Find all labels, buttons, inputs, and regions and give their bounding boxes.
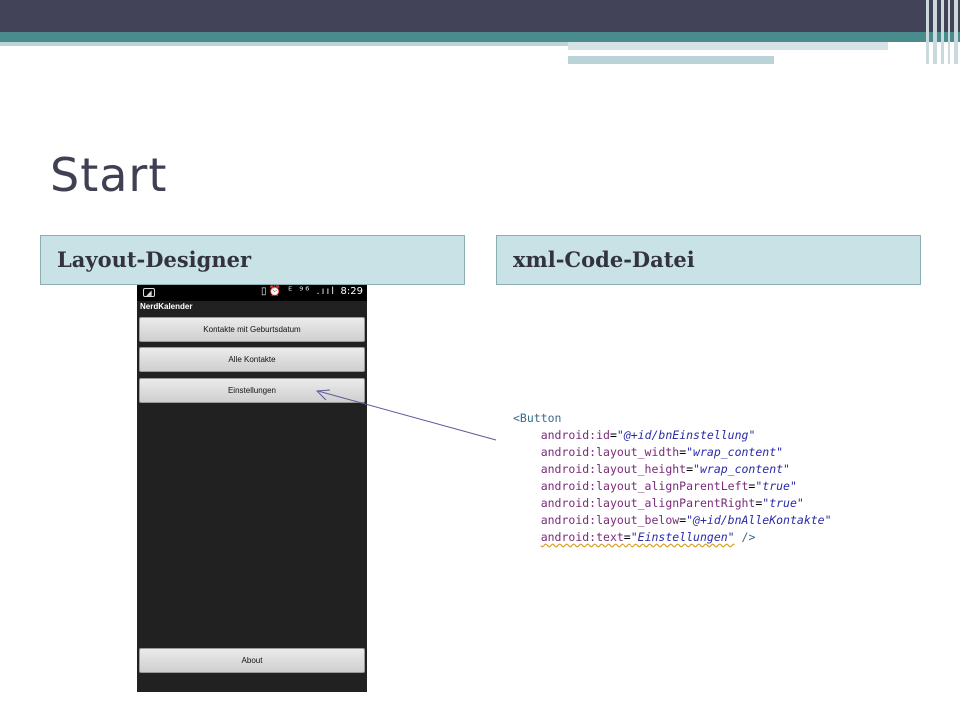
column-header-xml-code: xml-Code-Datei — [496, 235, 921, 285]
phone-screenshot: ◢ ▯⏰ ᴱ ⁹⁶ .ııl 8:29 NerdKalender Kontakt… — [137, 285, 367, 692]
top-banner-light-stripe-3 — [568, 56, 774, 64]
code-attr: android:layout_below — [540, 513, 680, 527]
top-banner-white-line — [568, 50, 888, 52]
code-open-tag: <Button — [513, 411, 562, 425]
button-about[interactable]: About — [139, 648, 365, 673]
code-value: "wrap_content" — [693, 462, 790, 476]
button-einstellungen[interactable]: Einstellungen — [139, 378, 365, 403]
code-value: "true" — [762, 496, 804, 510]
top-banner-light-stripe — [0, 42, 568, 46]
code-attr: android:id — [540, 428, 610, 442]
status-time: 8:29 — [340, 286, 363, 297]
code-value: "wrap_content" — [686, 445, 784, 459]
column-header-layout-designer: Layout-Designer — [40, 235, 465, 285]
button-alle-kontakte[interactable]: Alle Kontakte — [139, 347, 365, 372]
code-value: "@+id/bnEinstellung" — [616, 428, 756, 442]
code-attr: android:text — [540, 530, 624, 544]
code-value: "@+id/bnAlleKontakte" — [686, 513, 832, 527]
notification-icon: ◢ — [143, 288, 155, 297]
button-kontakte-mit-geburtsdatum[interactable]: Kontakte mit Geburtsdatum — [139, 317, 365, 342]
status-icons: ▯⏰ ᴱ ⁹⁶ .ııl — [261, 286, 337, 297]
corner-decoration — [924, 0, 960, 64]
code-attr: android:layout_height — [540, 462, 687, 476]
top-banner-dark — [0, 0, 960, 32]
xml-code-block: <Button android:id="@+id/bnEinstellung" … — [513, 411, 832, 544]
code-close-tag: /> — [734, 530, 756, 544]
code-attr: android:layout_alignParentRight — [540, 496, 756, 510]
app-title: NerdKalender — [140, 302, 193, 311]
code-value: "true" — [755, 479, 797, 493]
phone-status-bar: ◢ ▯⏰ ᴱ ⁹⁶ .ııl 8:29 — [137, 285, 367, 301]
code-attr: android:layout_width — [540, 445, 680, 459]
code-value: "Einstellungen" — [630, 530, 735, 544]
slide-title: Start — [50, 148, 168, 202]
code-attr: android:layout_alignParentLeft — [540, 479, 749, 493]
top-banner-teal — [0, 32, 960, 42]
